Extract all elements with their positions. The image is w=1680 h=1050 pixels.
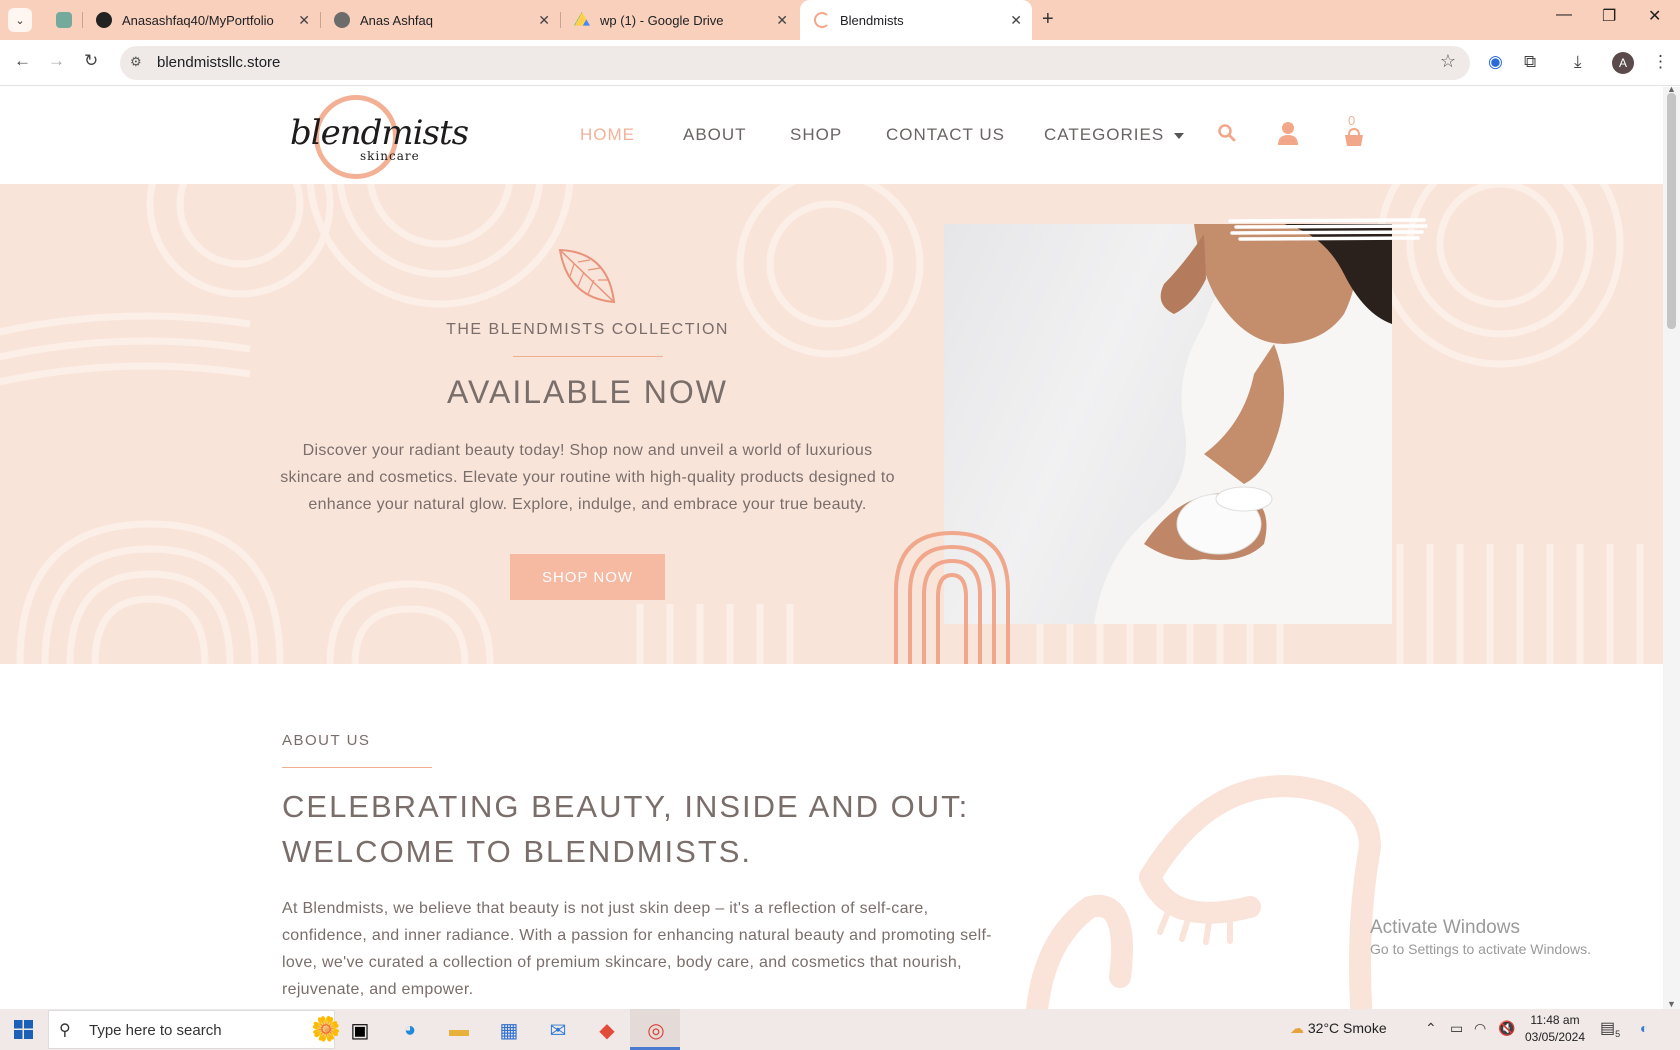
hero-description: Discover your radiant beauty today! Shop… [280,442,895,513]
weather-icon: ☁ [1290,1020,1304,1036]
nav-about[interactable]: ABOUT [683,125,747,145]
reload-icon[interactable]: ↻ [84,51,98,71]
site-logo[interactable]: blendmists skincare [290,95,469,179]
hero-title: AVAILABLE NOW [447,374,728,410]
tab-title: Blendmists [840,12,904,28]
tab-github[interactable]: Anasashfaq40/MyPortfolio ✕ [82,0,320,40]
browser-tab-bar: ⌄ Anasashfaq40/MyPortfolio ✕ Anas Ashfaq… [0,0,1680,40]
tab-title: Anasashfaq40/MyPortfolio [122,12,274,28]
volume-muted-icon[interactable]: 🔇 [1498,1020,1515,1037]
extensions-puzzle-icon[interactable]: ⧉ [1524,52,1536,72]
nav-home[interactable]: HOME [580,125,635,145]
nav-categories[interactable]: CATEGORIES [1044,125,1185,145]
decorative-face-line-art [1026,775,1382,1009]
shop-now-button[interactable]: SHOP NOW [510,554,665,600]
web-page: blendmists skincare HOME ABOUT SHOP CONT… [0,87,1663,1009]
shopping-basket-icon[interactable] [1343,115,1365,149]
windows-start-icon[interactable] [14,1020,33,1039]
download-icon[interactable]: ⤓ [1574,52,1582,72]
new-tab-button[interactable]: + [1042,8,1054,31]
loading-spinner-icon [814,12,830,28]
copilot-icon[interactable]: ◐ [1640,1020,1648,1036]
github-icon [96,12,112,28]
clock-time: 11:48 am [1530,1013,1580,1027]
tab-search-button[interactable]: ⌄ [8,8,32,32]
activate-windows-watermark: Activate Windows Go to Settings to activ… [1370,917,1591,957]
close-tab-icon[interactable]: ✕ [538,12,550,29]
search-icon: ⚲ [59,1022,71,1039]
show-hidden-icons-icon[interactable]: ⌃ [1425,1020,1437,1037]
decorative-rainbow-arch [894,530,1010,664]
nav-categories-label: CATEGORIES [1044,125,1165,144]
logo-wordmark: blendmists [290,113,469,153]
scroll-thumb[interactable] [1667,93,1676,329]
address-bar[interactable]: ⚙ blendmistsllc.store ☆ [120,46,1470,80]
watermark-line-1: Activate Windows [1370,917,1520,938]
scroll-down-arrow-icon[interactable]: ▼ [1667,999,1676,1009]
windows-taskbar: ⚲ Type here to search 🌼 ▣ ◕ ▬ ▦ ✉ ◆ ◎ ☁ … [0,1009,1680,1050]
back-icon[interactable]: ← [14,51,31,71]
close-tab-icon[interactable]: ✕ [776,12,788,29]
restore-icon[interactable]: ❐ [1602,6,1616,26]
about-title: CELEBRATING BEAUTY, INSIDE AND OUT: WELC… [282,789,970,869]
mail-icon[interactable]: ✉ [543,1015,573,1045]
close-window-icon[interactable]: ✕ [1648,6,1661,26]
site-info-icon[interactable]: ⚙ [130,54,142,70]
microsoft-store-icon[interactable]: ▦ [494,1015,524,1045]
forward-icon[interactable]: → [48,51,65,71]
tab-anas-ashfaq[interactable]: Anas Ashfaq ✕ [320,0,560,40]
minimize-icon[interactable]: — [1556,6,1572,24]
flowers-icon: 🌼 [311,1016,341,1043]
leaf-icon [558,248,616,304]
decorative-brush-strokes [1228,218,1428,241]
nav-shop[interactable]: SHOP [790,125,842,145]
profile-avatar[interactable]: A [1612,52,1634,74]
bookmark-star-icon[interactable]: ☆ [1440,51,1456,72]
about-text: At Blendmists, we believe that beauty is… [282,900,992,998]
user-account-icon[interactable] [1277,121,1299,145]
network-icon[interactable]: ◠ [1474,1020,1486,1037]
browser-toolbar: ← → ↻ ⚙ blendmistsllc.store ☆ ◉ ⧉ ⤓ A ⋮ [0,40,1680,86]
file-explorer-icon[interactable]: ▬ [444,1015,474,1045]
hero-eyebrow: THE BLENDMISTS COLLECTION [446,321,729,338]
clock-date: 03/05/2024 [1524,1030,1586,1044]
logo-subtitle: skincare [360,149,420,163]
chatgpt-icon [56,12,72,28]
browser-menu-icon[interactable]: ⋮ [1652,52,1669,72]
decorative-arc-pattern [0,184,1644,664]
taskbar-search-placeholder: Type here to search [89,1022,222,1039]
wps-office-icon[interactable]: ◆ [592,1015,622,1045]
system-clock[interactable]: 11:48 am 03/05/2024 [1520,1012,1590,1046]
taskbar-search-box[interactable]: ⚲ Type here to search 🌼 [48,1010,341,1049]
weather-widget[interactable]: ☁ 32°C Smoke [1290,1020,1387,1037]
nav-contact-us[interactable]: CONTACT US [886,125,1005,145]
tab-chatgpt[interactable] [42,0,82,40]
search-icon[interactable] [1217,123,1237,143]
meet-now-icon[interactable]: ▭ [1450,1020,1463,1037]
page-scrollbar[interactable]: ▲ ▼ [1663,84,1680,1009]
site-header: blendmists skincare HOME ABOUT SHOP CONT… [0,87,1663,184]
about-eyebrow: ABOUT US [282,732,371,749]
task-view-icon[interactable]: ▣ [345,1015,375,1045]
tab-title: wp (1) - Google Drive [600,12,724,28]
notification-count: 5 [1615,1029,1621,1040]
globe-icon [334,12,350,28]
edge-browser-icon[interactable]: ◕ [395,1015,425,1045]
hero-section: THE BLENDMISTS COLLECTION AVAILABLE NOW … [0,184,1663,664]
tab-blendmists[interactable]: Blendmists ✕ [800,0,1032,40]
close-tab-icon[interactable]: ✕ [298,12,310,29]
chrome-icon[interactable]: ◎ [641,1015,671,1045]
url-text[interactable]: blendmistsllc.store [157,54,280,71]
close-tab-icon[interactable]: ✕ [1010,12,1022,29]
tab-title: Anas Ashfaq [360,12,433,28]
divider [513,356,663,357]
notification-center-icon[interactable]: ▤5 [1600,1018,1620,1039]
weather-text: 32°C Smoke [1307,1020,1387,1036]
divider [282,767,432,768]
caret-down-icon [1174,132,1185,139]
watermark-line-2: Go to Settings to activate Windows. [1370,941,1591,957]
tab-google-drive[interactable]: wp (1) - Google Drive ✕ [560,0,798,40]
extension-copilot-icon[interactable]: ◉ [1488,52,1503,72]
google-drive-icon [574,12,590,26]
